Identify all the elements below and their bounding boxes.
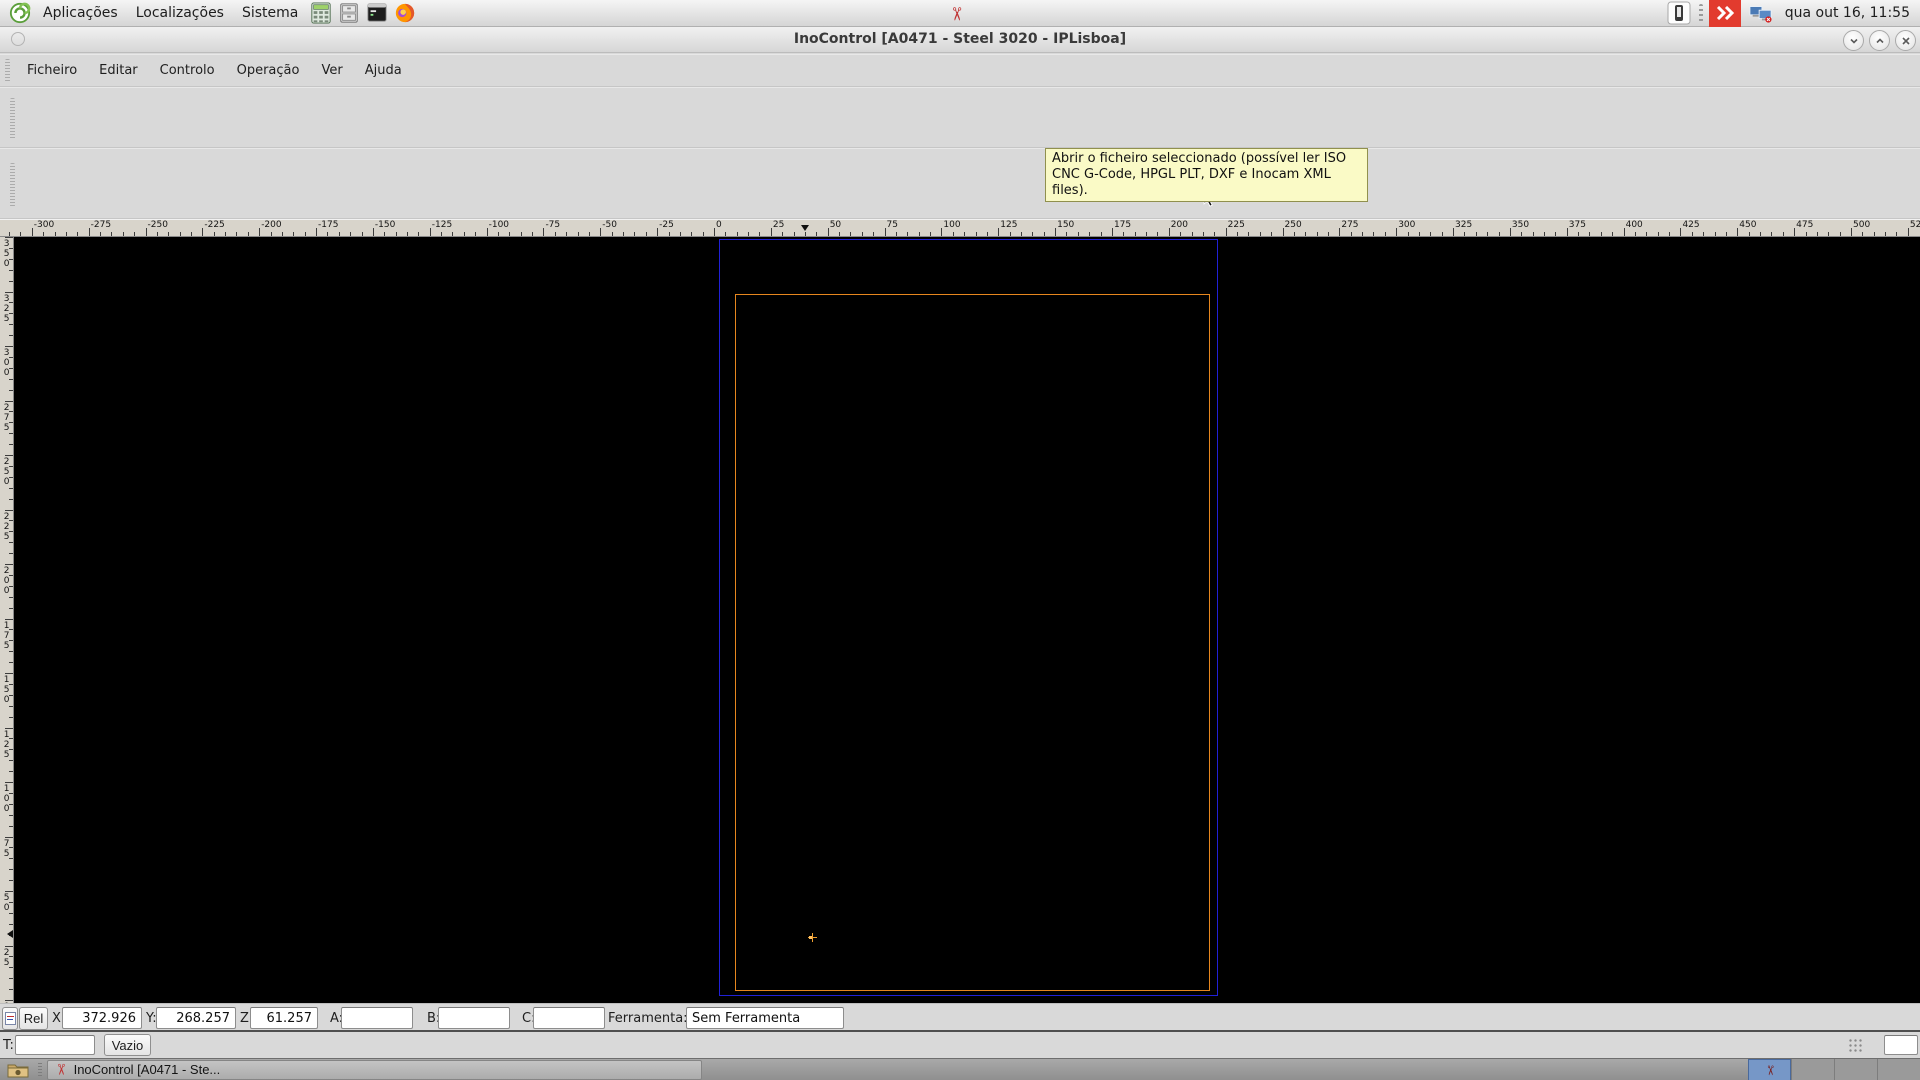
ferramenta-field[interactable] — [686, 1007, 844, 1029]
window-title: InoControl [A0471 - Steel 3020 - IPLisbo… — [793, 31, 1127, 47]
sheet-outline — [735, 294, 1210, 991]
ferramenta-label: Ferramenta: — [608, 1011, 688, 1026]
coords-mode-icon-button[interactable] — [2, 1007, 18, 1030]
menu-aplicacoes[interactable]: Aplicações — [34, 3, 127, 23]
tooltip-line2: CNC G-Code, HPGL PLT, DXF e Inocam XML f… — [1052, 167, 1331, 198]
window-menu-button[interactable] — [11, 32, 25, 46]
tool-number-row: T: Vazio — [0, 1032, 1920, 1058]
ruler-x-cursor — [801, 225, 809, 231]
calculator-launcher-icon[interactable] — [309, 1, 333, 25]
t-label: T: — [3, 1038, 14, 1053]
file-cabinet-launcher-icon[interactable] — [337, 1, 361, 25]
workspace-switcher: ✂ — [1748, 1059, 1920, 1080]
menu-localizacoes[interactable]: Localizações — [127, 3, 233, 23]
desktop-taskbar: ✂ InoControl [A0471 - Ste... ✂ — [0, 1058, 1920, 1080]
workspace-3[interactable] — [1834, 1059, 1877, 1080]
file-toolbar: Ficheiro: Abrir Top Velocidade: 100.00 — [0, 87, 1920, 242]
y-position-field[interactable] — [156, 1007, 236, 1029]
x-position-field[interactable] — [62, 1007, 142, 1029]
terminal-launcher-icon[interactable] — [365, 1, 389, 25]
menu-operacao[interactable]: Operação — [226, 59, 311, 82]
main-toolbar: Iniciar Pausa StopJob Emergência Origem … — [0, 148, 1920, 363]
menu-controlo[interactable]: Controlo — [149, 59, 226, 82]
window-titlebar: InoControl [A0471 - Steel 3020 - IPLisbo… — [0, 27, 1920, 53]
page-edit-icon — [4, 1012, 16, 1025]
file-toolbar-drag-handle[interactable] — [10, 98, 15, 140]
taskbar-inocontrol-task[interactable]: ✂ InoControl [A0471 - Ste... — [47, 1059, 702, 1080]
menu-sistema[interactable]: Sistema — [233, 3, 307, 23]
task-title: InoControl [A0471 - Ste... — [73, 1062, 221, 1077]
scissors-icon: ✂ — [51, 1063, 69, 1076]
network-tray-icon[interactable] — [1749, 1, 1773, 25]
vertical-ruler: 0255075100125150175200225250275300325350 — [0, 237, 14, 1003]
desktop-panel: Aplicações Localizações Sistema ✂ qua ou… — [0, 0, 1920, 27]
corner-mini-field[interactable] — [1884, 1035, 1918, 1055]
scissors-icon: ✂ — [1762, 1064, 1777, 1076]
vazio-button[interactable]: Vazio — [104, 1034, 151, 1056]
app-menubar: Ficheiro Editar Controlo Operação Ver Aj… — [0, 54, 1920, 87]
clock[interactable]: qua out 16, 11:55 — [1781, 5, 1914, 21]
c-position-field[interactable] — [533, 1007, 605, 1029]
taskbar-separator-dots — [38, 1062, 42, 1077]
tray-fast-forward-icon[interactable] — [1708, 0, 1741, 27]
file-manager-taskbar-icon[interactable] — [3, 1061, 33, 1079]
menubar-drag-handle[interactable] — [5, 58, 10, 83]
workspace-1[interactable]: ✂ — [1748, 1059, 1791, 1080]
desktop-scissors-icon: ✂ — [946, 6, 967, 22]
position-statusbar: Rel X: Y: Z: A: B: C: Ferramenta: — [0, 1003, 1920, 1032]
mint-logo-icon[interactable] — [8, 1, 32, 25]
rel-button[interactable]: Rel — [19, 1007, 48, 1030]
machine-viewport[interactable]: 0255075100125150175200225250275300325350 — [0, 237, 1920, 1003]
a-position-field[interactable] — [341, 1007, 413, 1029]
workspace-4[interactable] — [1877, 1059, 1920, 1080]
menu-ajuda[interactable]: Ajuda — [354, 59, 413, 82]
menu-ficheiro[interactable]: Ficheiro — [16, 59, 88, 82]
tray-separator-dots — [1698, 4, 1703, 22]
b-position-field[interactable] — [438, 1007, 510, 1029]
menu-ver[interactable]: Ver — [310, 59, 353, 82]
maximize-button[interactable] — [1869, 30, 1890, 51]
tooltip-line1: Abrir o ficheiro seleccionado (possível … — [1052, 151, 1347, 166]
minimize-button[interactable] — [1843, 30, 1864, 51]
resize-grip[interactable] — [1848, 1038, 1864, 1052]
workspace-2[interactable] — [1791, 1059, 1834, 1080]
phone-tray-icon[interactable] — [1667, 1, 1691, 25]
t-number-field[interactable] — [15, 1035, 95, 1055]
firefox-launcher-icon[interactable] — [393, 1, 417, 25]
menu-editar[interactable]: Editar — [88, 59, 149, 82]
z-position-field[interactable] — [250, 1007, 318, 1029]
ruler-y-cursor — [7, 930, 13, 938]
horizontal-ruler: -325-300-275-250-225-200-175-150-125-100… — [0, 219, 1920, 237]
main-toolbar-drag-handle[interactable] — [10, 163, 15, 207]
tool-position-marker — [808, 933, 817, 942]
close-button[interactable] — [1895, 30, 1916, 51]
abrir-tooltip: Abrir o ficheiro seleccionado (possível … — [1045, 148, 1368, 202]
